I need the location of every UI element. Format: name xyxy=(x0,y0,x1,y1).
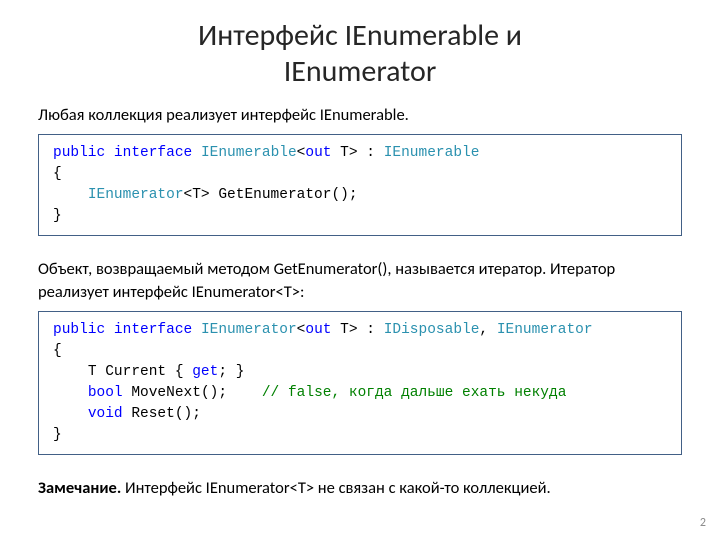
page-number: 2 xyxy=(700,516,706,530)
kw-public: public xyxy=(53,145,105,161)
type-idisposable: IDisposable xyxy=(384,322,480,338)
title-line-1: Интерфейс IEnumerable и xyxy=(198,17,522,54)
type-ienumerator-base: IEnumerator xyxy=(497,322,593,338)
kw-public-2: public xyxy=(53,322,105,338)
kw-bool: bool xyxy=(88,385,123,401)
slide-title: Интерфейс IEnumerable и IEnumerator xyxy=(38,18,682,90)
kw-void: void xyxy=(88,406,123,422)
paragraph-1: Любая коллекция реализует интерфейс IEnu… xyxy=(38,104,682,126)
kw-interface-2: interface xyxy=(114,322,192,338)
type-ienumerator-2: IEnumerator xyxy=(201,322,297,338)
kw-out-2: out xyxy=(305,322,331,338)
code-block-ienumerator: public interface IEnumerator<out T> : ID… xyxy=(38,311,682,455)
type-ienumerable: IEnumerable xyxy=(201,145,297,161)
type-ienumerator: IEnumerator xyxy=(88,187,184,203)
title-line-2: IEnumerator xyxy=(284,53,437,90)
note-label: Замечание. xyxy=(38,478,121,498)
paragraph-3: Замечание. Интерфейс IEnumerator<T> не с… xyxy=(38,477,682,499)
kw-get: get xyxy=(192,364,218,380)
note-text: Интерфейс IEnumerator<T> не связан с как… xyxy=(121,478,550,498)
code-block-ienumerable: public interface IEnumerable<out T> : IE… xyxy=(38,134,682,236)
kw-interface: interface xyxy=(114,145,192,161)
comment: // false, когда дальше ехать некуда xyxy=(262,385,567,401)
type-ienumerable-base: IEnumerable xyxy=(384,145,480,161)
paragraph-2: Объект, возвращаемый методом GetEnumerat… xyxy=(38,258,682,303)
kw-out: out xyxy=(305,145,331,161)
